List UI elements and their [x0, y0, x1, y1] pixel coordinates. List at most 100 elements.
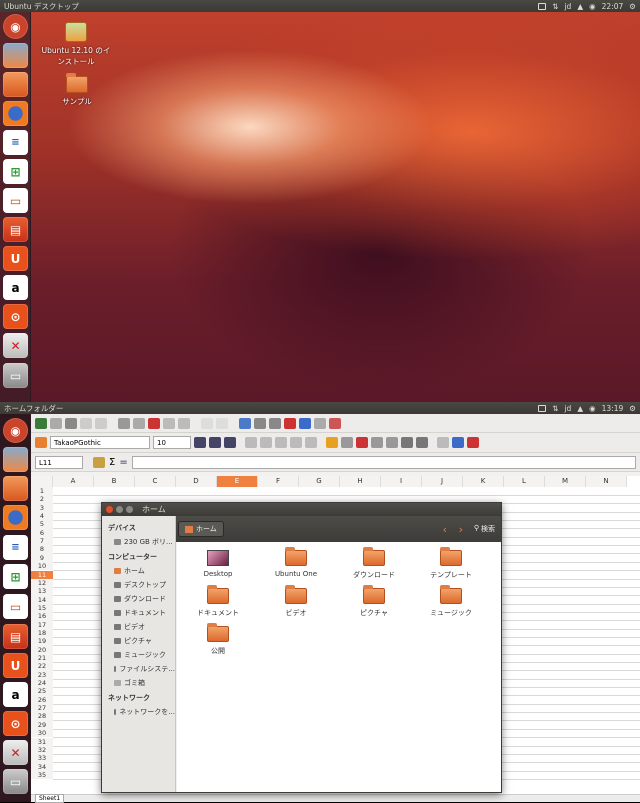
sort-desc-icon[interactable]	[269, 417, 281, 429]
column-header-a[interactable]: A	[53, 476, 94, 487]
row-header-34[interactable]: 34	[31, 762, 53, 771]
file-item-public[interactable]: 公開	[185, 623, 251, 656]
file-item-videos[interactable]: ビデオ	[263, 585, 329, 618]
underline-icon[interactable]	[224, 437, 236, 448]
name-box[interactable]: L11	[35, 455, 83, 469]
amazon-icon[interactable]: a	[3, 275, 28, 300]
add-decimal-icon[interactable]	[371, 437, 383, 448]
redo-icon[interactable]	[216, 417, 228, 429]
row-header-26[interactable]: 26	[31, 695, 53, 705]
preview-icon[interactable]	[95, 417, 107, 429]
power-icon[interactable]: ⚙	[629, 2, 636, 11]
installer-icon[interactable]	[3, 43, 28, 68]
installer-icon[interactable]	[3, 447, 28, 472]
settings-icon[interactable]: ✕	[3, 740, 28, 765]
hyperlink-icon[interactable]	[239, 417, 251, 429]
font-color-icon[interactable]	[467, 437, 479, 448]
keyboard-indicator[interactable]: jd	[564, 404, 571, 413]
clock[interactable]: 13:19	[602, 404, 624, 413]
row-header-17[interactable]: 17	[31, 620, 53, 629]
row-header-24[interactable]: 24	[31, 679, 53, 688]
row-header-23[interactable]: 23	[31, 670, 53, 680]
row-header-22[interactable]: 22	[31, 662, 53, 671]
chart-icon[interactable]	[284, 417, 296, 429]
search-button[interactable]: ⚲ 検索	[474, 524, 495, 534]
row-header-10[interactable]: 10	[31, 562, 53, 571]
ubuntu-one-icon[interactable]: U	[3, 246, 28, 271]
align-center-icon[interactable]	[260, 437, 272, 448]
top-panel-indicators[interactable]: ⇅ jd ▲ ◉ 22:07 ⚙	[538, 2, 636, 11]
row-header-6[interactable]: 6	[31, 528, 53, 538]
row-header-31[interactable]: 31	[31, 737, 53, 746]
row-header-33[interactable]: 33	[31, 754, 53, 763]
column-header-l[interactable]: L	[504, 476, 545, 487]
row-header-18[interactable]: 18	[31, 628, 53, 638]
firefox-icon[interactable]	[3, 101, 28, 126]
row-header-28[interactable]: 28	[31, 712, 53, 721]
row-header-3[interactable]: 3	[31, 503, 53, 513]
row-header-8[interactable]: 8	[31, 545, 53, 554]
file-item-music[interactable]: ミュージック	[418, 585, 484, 618]
sidebar-item-videos[interactable]: ビデオ	[102, 620, 175, 634]
bg-color-icon[interactable]	[452, 437, 464, 448]
volume-icon[interactable]: ◉	[589, 404, 596, 413]
sidebar-item-music[interactable]: ミュージック	[102, 648, 175, 662]
network-icon[interactable]: ⇅	[552, 2, 558, 11]
writer-icon[interactable]: ≡	[3, 130, 28, 155]
file-item-pictures[interactable]: ピクチャ	[341, 585, 407, 618]
maximize-icon[interactable]	[126, 506, 133, 513]
corner-cell[interactable]	[31, 476, 53, 487]
calc-icon[interactable]: ⊞	[3, 564, 28, 589]
firefox-icon[interactable]	[3, 505, 28, 530]
print-icon[interactable]	[80, 417, 92, 429]
italic-icon[interactable]	[209, 437, 221, 448]
file-item-documents[interactable]: ドキュメント	[185, 585, 251, 618]
dash-icon[interactable]: ◉	[3, 418, 28, 443]
row-header-2[interactable]: 2	[31, 495, 53, 504]
column-header-d[interactable]: D	[176, 476, 217, 487]
currency-icon[interactable]	[326, 437, 338, 448]
mail-icon[interactable]	[538, 2, 547, 10]
column-header-f[interactable]: F	[258, 476, 299, 487]
column-header-c[interactable]: C	[135, 476, 176, 487]
borders-icon[interactable]	[437, 437, 449, 448]
calc-icon[interactable]: ⊞	[3, 159, 28, 184]
merge-icon[interactable]	[305, 437, 317, 448]
bold-icon[interactable]	[194, 437, 206, 448]
row-header-9[interactable]: 9	[31, 553, 53, 563]
close-icon[interactable]	[106, 506, 113, 513]
formula-input[interactable]	[131, 455, 636, 469]
column-header-i[interactable]: I	[381, 476, 422, 487]
column-header-j[interactable]: J	[422, 476, 463, 487]
row-header-35[interactable]: 35	[31, 770, 53, 780]
sort-asc-icon[interactable]	[254, 417, 266, 429]
minimize-icon[interactable]	[116, 506, 123, 513]
del-decimal-icon[interactable]	[386, 437, 398, 448]
align-right-icon[interactable]	[275, 437, 287, 448]
bottom-panel-indicators[interactable]: ⇅ jd ▲ ◉ 13:19 ⚙	[538, 404, 636, 413]
row-header-25[interactable]: 25	[31, 687, 53, 696]
files-icon[interactable]	[3, 476, 28, 501]
location-button[interactable]: ホーム	[178, 521, 224, 537]
impress-icon[interactable]: ▭	[3, 188, 28, 213]
keyboard-indicator[interactable]: jd	[564, 2, 571, 11]
sidebar-item-network[interactable]: ネットワークを...	[102, 705, 175, 719]
file-item-ubuntu-one[interactable]: Ubuntu One	[263, 547, 329, 578]
justify-icon[interactable]	[290, 437, 302, 448]
row-header-21[interactable]: 21	[31, 654, 53, 663]
row-header-27[interactable]: 27	[31, 704, 53, 713]
volume-icon[interactable]: ◉	[589, 2, 596, 11]
save-icon[interactable]	[65, 417, 77, 429]
ubuntu-one-music-icon[interactable]: ⊙	[3, 711, 28, 736]
indent-icon[interactable]	[401, 437, 413, 448]
row-header-29[interactable]: 29	[31, 720, 53, 730]
file-item-templates[interactable]: テンプレート	[418, 547, 484, 580]
draw-icon[interactable]	[299, 417, 311, 429]
row-header-15[interactable]: 15	[31, 603, 53, 613]
column-header-e[interactable]: E	[217, 476, 258, 487]
row-header-4[interactable]: 4	[31, 512, 53, 521]
font-size-box[interactable]: 10	[153, 436, 191, 449]
navigator-icon[interactable]	[314, 417, 326, 429]
align-left-icon[interactable]	[245, 437, 257, 448]
row-header-32[interactable]: 32	[31, 745, 53, 755]
